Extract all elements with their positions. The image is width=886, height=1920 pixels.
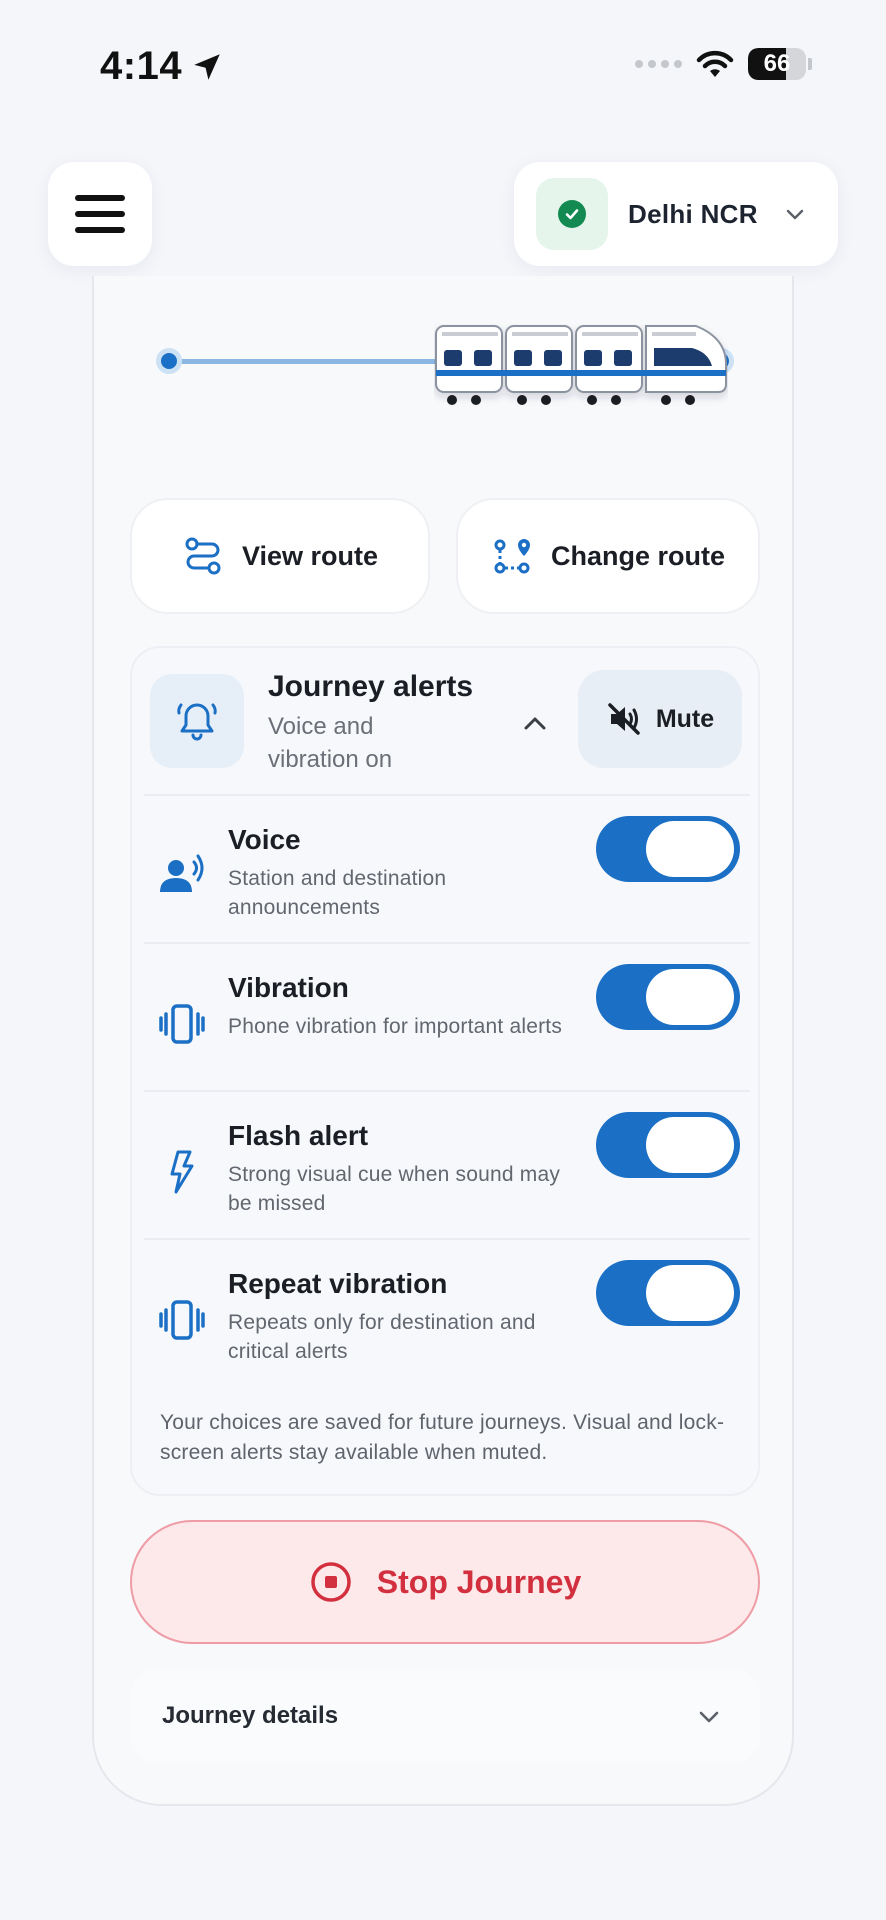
journey-alerts-subtitle: Voice and vibration on [268,713,393,773]
voice-option: Voice Station and destination announceme… [144,794,750,942]
stop-journey-button[interactable]: Stop Journey [130,1520,760,1644]
vibration-option: Vibration Phone vibration for important … [144,942,750,1090]
voice-toggle[interactable] [596,816,740,882]
journey-details-toggle[interactable]: Journey details [130,1668,760,1764]
chevron-up-icon[interactable] [520,708,550,738]
status-right: 66 [635,48,812,80]
location-arrow-icon [194,53,220,80]
stop-icon [311,1562,351,1602]
check-circle-icon [536,178,608,250]
progress-track [172,359,442,364]
status-bar: 4:14 66 [0,0,886,130]
chevron-down-icon [699,1711,719,1723]
journey-card: View route Change route Journey alerts V… [92,276,794,1806]
battery-level: 66 [763,50,791,77]
flash-alert-title: Flash alert [228,1120,369,1151]
change-route-icon [494,539,530,574]
change-route-button[interactable]: Change route [456,498,760,614]
speaker-mute-icon [608,703,640,735]
flash-alert-toggle[interactable] [596,1112,740,1178]
hamburger-icon [75,195,125,201]
city-selector[interactable]: Delhi NCR [514,162,838,266]
vibration-icon [159,1004,205,1044]
bell-icon [150,674,244,768]
stop-journey-label: Stop Journey [376,1563,582,1600]
flash-icon [170,1150,194,1194]
wifi-icon [696,49,734,79]
journey-details-label: Journey details [162,1702,339,1729]
view-route-button[interactable]: View route [130,498,430,614]
vibration-description: Phone vibration for important alerts [228,1015,563,1038]
mute-label: Mute [655,704,715,733]
alerts-note: Your choices are saved for future journe… [160,1411,725,1464]
time-text: 4:14 [100,44,183,88]
flash-alert-description: Strong visual cue when sound may be miss… [228,1163,561,1215]
menu-button[interactable] [48,162,152,266]
voice-title: Voice [228,824,301,855]
repeat-vibration-icon [159,1300,205,1340]
voice-icon [160,854,204,892]
cellular-signal-icon [635,60,682,68]
change-route-label: Change route [550,540,725,571]
battery-icon: 66 [748,48,812,80]
repeat-vibration-option: Repeat vibration Repeats only for destin… [144,1238,750,1386]
repeat-vibration-description: Repeats only for destination and critica… [228,1311,536,1363]
mute-button[interactable]: Mute [578,670,742,768]
train-icon [435,325,727,405]
route-icon [185,537,221,575]
city-name: Delhi NCR [628,198,758,229]
view-route-label: View route [241,540,379,571]
vibration-title: Vibration [228,972,349,1003]
chevron-down-icon [786,209,804,220]
origin-dot [156,348,182,374]
journey-alerts-header[interactable]: Journey alerts Voice and vibration on Mu… [132,648,758,794]
repeat-vibration-title: Repeat vibration [228,1268,448,1299]
route-progress [94,276,792,476]
vibration-toggle[interactable] [596,964,740,1030]
flash-alert-option: Flash alert Strong visual cue when sound… [144,1090,750,1238]
voice-description: Station and destination announcements [228,867,447,919]
repeat-vibration-toggle[interactable] [596,1260,740,1326]
journey-alerts-panel: Journey alerts Voice and vibration on Mu… [130,646,760,1496]
journey-alerts-title: Journey alerts [268,670,474,703]
status-time: 4:14 [100,44,224,89]
